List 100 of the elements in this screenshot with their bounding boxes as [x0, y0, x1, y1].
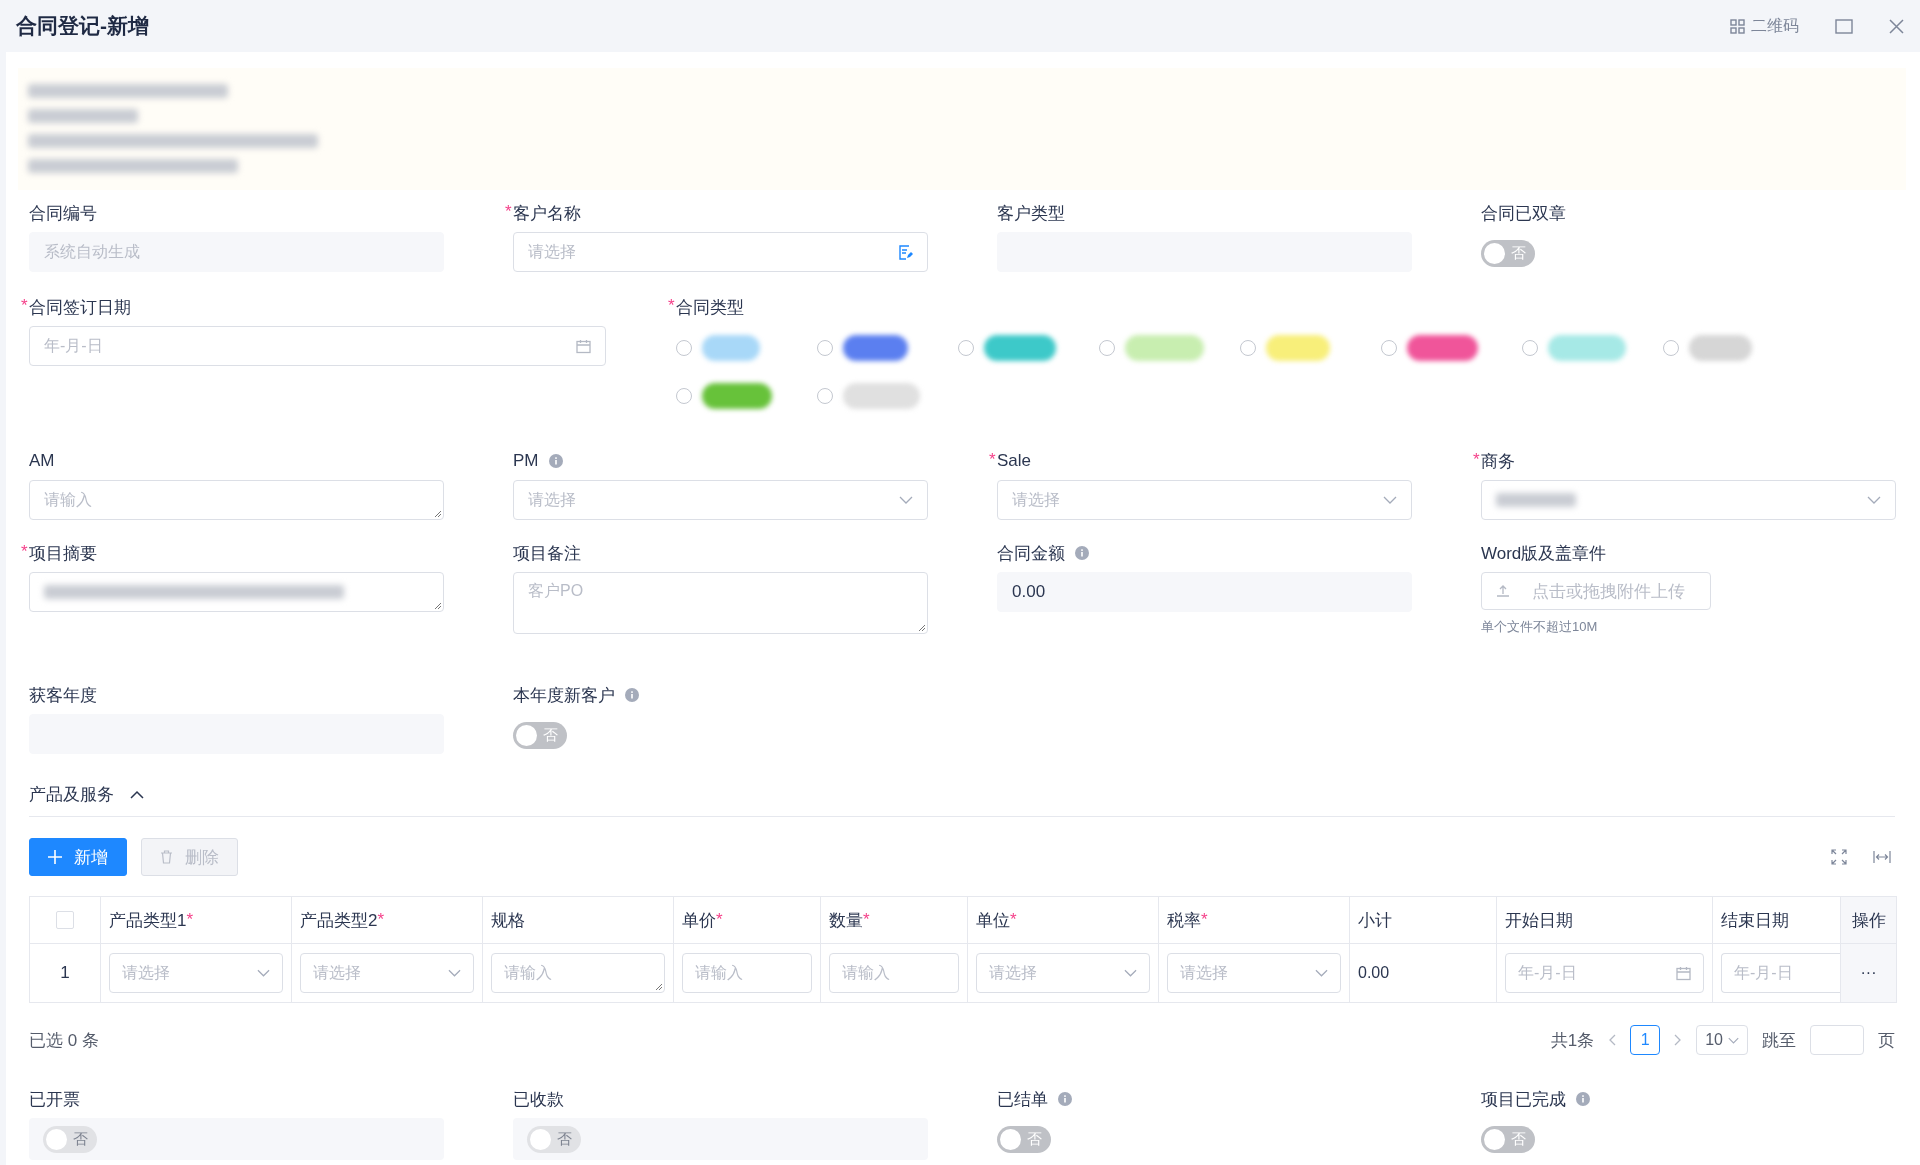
field-label: 已开票 [29, 1088, 80, 1111]
qr-code-icon[interactable] [1730, 18, 1745, 34]
column-header: 规格 [491, 909, 525, 932]
text-area[interactable]: 请输入 [491, 953, 665, 993]
subtotal-cell: 0.00 [1358, 964, 1390, 982]
required-mark: * [716, 910, 723, 930]
select-all-checkbox[interactable] [56, 911, 74, 929]
field-label: 客户名称 [513, 202, 581, 225]
toggle-switch[interactable]: 否 [513, 721, 567, 749]
column-header: 开始日期 [1505, 909, 1573, 932]
add-button[interactable]: 新增 [29, 838, 127, 876]
chevron-down-icon [1383, 496, 1397, 504]
chevron-up-icon[interactable] [130, 789, 144, 799]
chevron-down-icon [1315, 969, 1328, 977]
select-field[interactable]: 请选择 [300, 953, 474, 993]
input-field[interactable]: 请输入 [682, 953, 812, 993]
column-header: 结束日期 [1721, 909, 1789, 932]
trash-icon [160, 850, 173, 864]
field-label: 项目已完成 [1481, 1088, 1566, 1111]
field-label: 项目备注 [513, 542, 581, 565]
picker-field[interactable]: 请选择 [513, 232, 928, 272]
select-field[interactable]: 请选择 [1167, 953, 1341, 993]
text-area[interactable]: 客户PO [513, 572, 928, 634]
chevron-down-icon [1867, 496, 1881, 504]
chevron-down-icon [1728, 1036, 1739, 1044]
select-field[interactable]: 请选择 [513, 480, 928, 520]
total-count: 共1条 [1550, 1029, 1595, 1052]
page-button[interactable]: 1 [1630, 1025, 1661, 1055]
select-field[interactable]: 请选择 [109, 953, 283, 993]
column-width-icon[interactable] [1873, 849, 1891, 865]
select-field[interactable]: 请选择 [997, 480, 1412, 520]
input-field[interactable]: 请输入 [829, 953, 959, 993]
field-label: 已收款 [513, 1088, 564, 1111]
column-header: 单位 [976, 909, 1010, 932]
select-field[interactable] [1481, 480, 1896, 520]
edit-list-icon[interactable] [898, 244, 913, 260]
page-size-select[interactable]: 10 [1696, 1025, 1748, 1055]
window-title: 合同登记-新增 [16, 13, 149, 39]
required-mark: * [989, 450, 996, 470]
upload-hint: 单个文件不超过10M [1481, 618, 1599, 636]
date-field[interactable]: 年-月-日 [1505, 953, 1704, 993]
selection-count: 已选 0 条 [29, 1029, 99, 1052]
toggle-switch[interactable]: 否 [1481, 1125, 1535, 1153]
row-number: 1 [60, 963, 70, 983]
column-header: 产品类型1 [109, 909, 187, 932]
column-header: 税率 [1167, 909, 1201, 932]
resize-handle-icon[interactable] [656, 984, 662, 990]
column-header: 单价 [682, 909, 716, 932]
column-header: 产品类型2 [300, 909, 378, 932]
required-mark: * [668, 296, 675, 316]
field-label: 合同已双章 [1481, 202, 1566, 225]
select-field[interactable]: 请选择 [976, 953, 1150, 993]
jump-label: 跳至 [1762, 1029, 1796, 1052]
qr-code-button[interactable]: 二维码 [1730, 15, 1799, 37]
text-area[interactable]: 请输入 [29, 480, 444, 520]
field-label: PM [513, 451, 539, 471]
calendar-icon [1676, 965, 1691, 981]
field-label: 合同类型 [676, 296, 744, 319]
field-label: 本年度新客户 [513, 684, 615, 707]
field-label: 商务 [1481, 450, 1515, 473]
date-field[interactable]: 年-月-日 [29, 326, 606, 366]
required-mark: * [186, 910, 194, 930]
column-header: 数量 [829, 909, 863, 932]
upload-icon [1496, 584, 1510, 598]
plus-icon [48, 850, 62, 864]
required-mark: * [1473, 450, 1480, 470]
required-mark: * [1201, 910, 1208, 930]
field-label: 合同编号 [29, 202, 97, 225]
date-field[interactable]: 年-月-日 [1721, 953, 1840, 993]
section-header[interactable]: 产品及服务 [29, 772, 1895, 817]
chevron-down-icon [257, 969, 270, 977]
field-label: 合同金额 [997, 542, 1065, 565]
required-mark: * [863, 910, 870, 930]
resize-handle-icon[interactable] [919, 625, 925, 631]
next-page-icon[interactable] [1674, 1034, 1683, 1046]
toggle-switch[interactable]: 否 [1481, 239, 1535, 267]
resize-handle-icon[interactable] [435, 511, 441, 517]
readonly-field: 系统自动生成 [29, 232, 444, 272]
required-mark: * [505, 202, 512, 222]
maximize-icon[interactable] [1835, 18, 1853, 34]
column-header: 小计 [1358, 909, 1392, 932]
field-label: 获客年度 [29, 684, 97, 707]
field-label: 项目摘要 [29, 542, 97, 565]
field-label: AM [29, 451, 55, 471]
previous-page-icon[interactable] [1608, 1034, 1617, 1046]
resize-handle-icon[interactable] [435, 603, 441, 609]
chevron-down-icon [448, 969, 461, 977]
fullscreen-icon[interactable] [1831, 849, 1847, 865]
toggle-switch[interactable]: 否 [997, 1125, 1051, 1153]
page-jump-field[interactable] [1810, 1025, 1864, 1055]
more-button[interactable]: ··· [1854, 963, 1883, 983]
chevron-down-icon [1124, 969, 1137, 977]
required-mark: * [1010, 910, 1017, 930]
required-mark: * [21, 542, 28, 562]
close-icon[interactable] [1889, 18, 1904, 34]
field-label: Word版及盖章件 [1481, 542, 1607, 565]
field-label: 已结单 [997, 1088, 1048, 1111]
page-suffix: 页 [1878, 1029, 1895, 1052]
field-label: 合同签订日期 [29, 296, 131, 319]
upload-button[interactable]: 点击或拖拽附件上传 [1481, 572, 1711, 610]
